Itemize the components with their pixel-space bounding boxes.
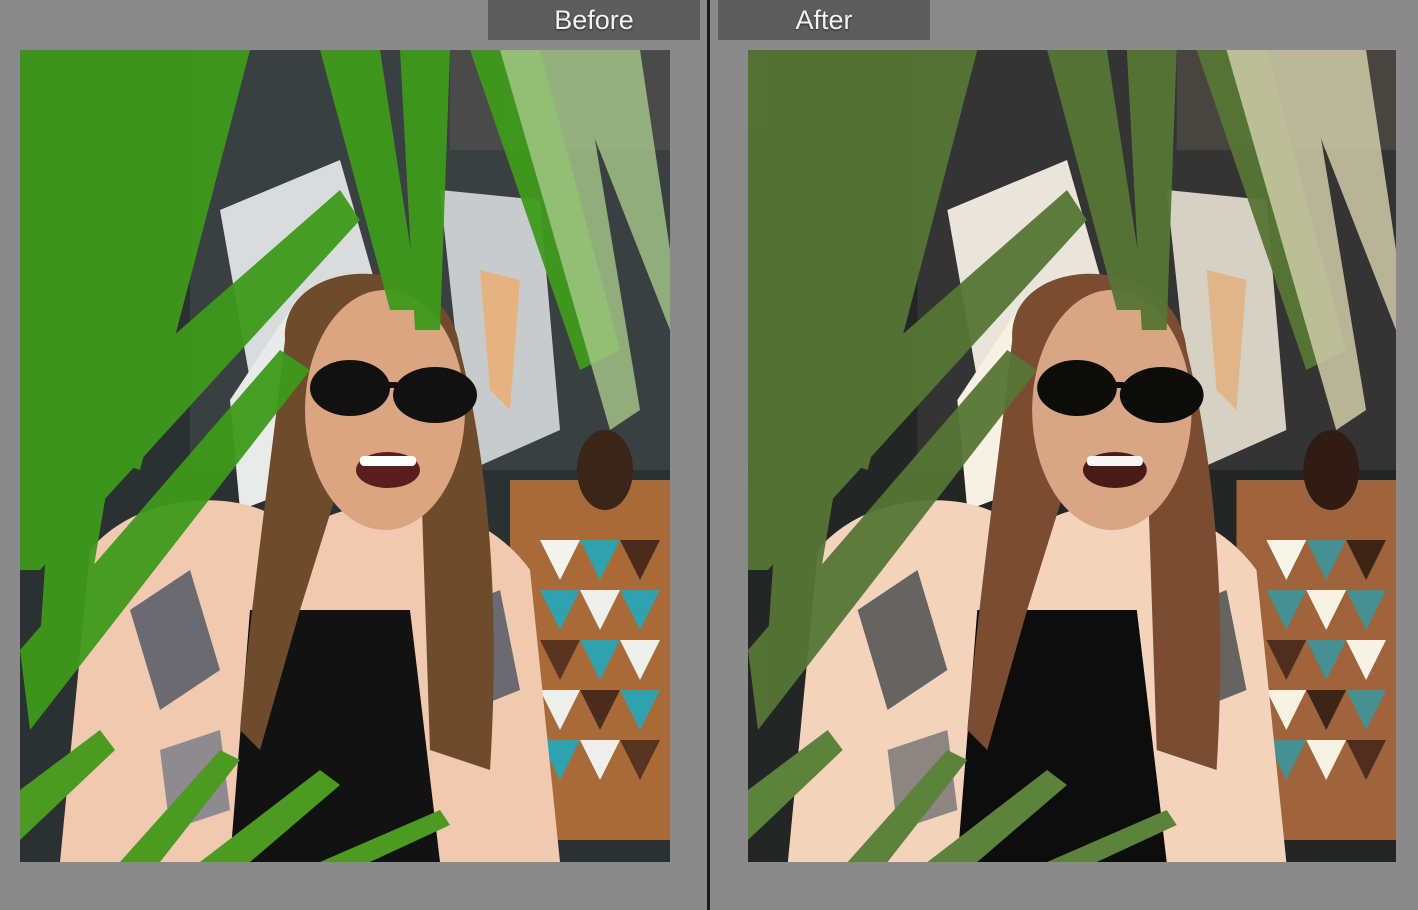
before-after-compare-view: Before After — [0, 0, 1418, 910]
divider-line — [707, 0, 710, 910]
after-photo[interactable] — [748, 50, 1396, 862]
before-pane: Before — [0, 0, 706, 910]
after-pane: After — [712, 0, 1418, 910]
before-label: Before — [488, 0, 700, 40]
photo-image-icon — [20, 50, 670, 862]
before-photo[interactable] — [20, 50, 670, 862]
after-label: After — [718, 0, 930, 40]
photo-image-icon — [748, 50, 1396, 862]
